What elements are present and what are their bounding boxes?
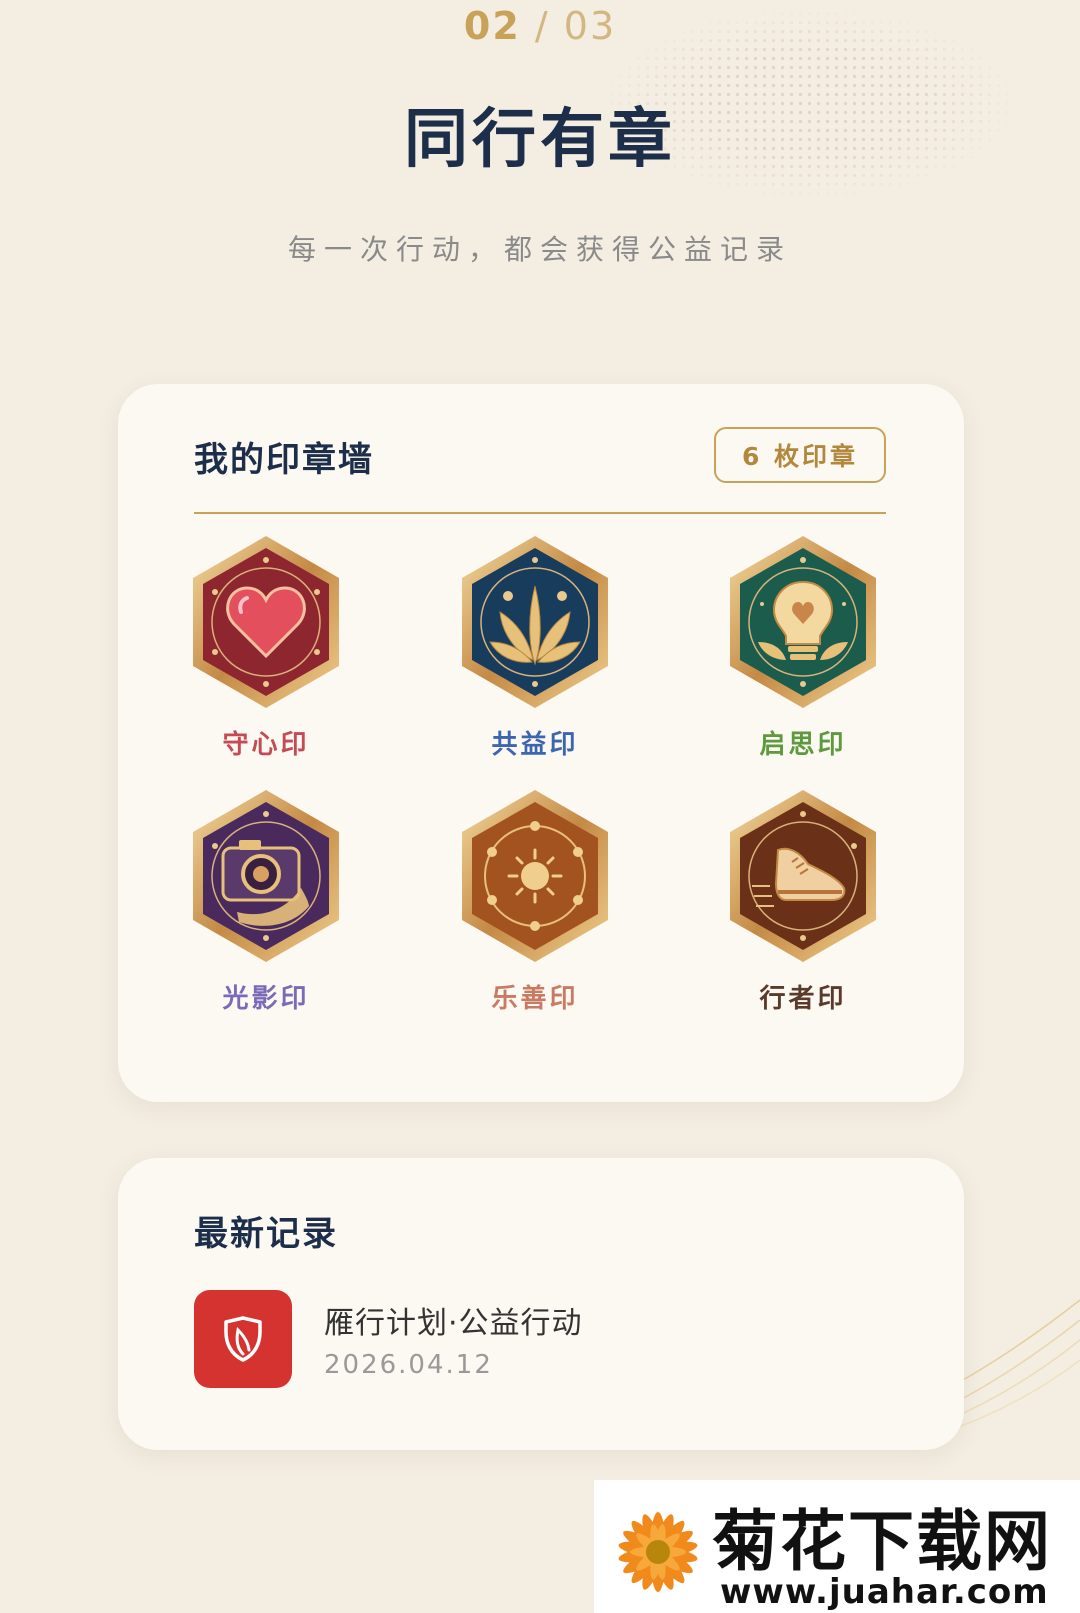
sun-icon — [462, 790, 608, 962]
stamp-guangying[interactable]: 光影印 — [181, 788, 351, 1018]
page-title: 同行有章 — [404, 103, 676, 177]
record-item[interactable]: 雁行计划·公益行动 2026.04.12 — [194, 1290, 894, 1390]
stamp-label: 启思印 — [759, 730, 847, 760]
leaf-icon — [462, 536, 608, 708]
page-subtitle: 每一次行动，都会获得公益记录 — [287, 233, 792, 266]
stamp-label: 乐善印 — [491, 984, 579, 1014]
stamp-leshan[interactable]: 乐善印 — [450, 788, 620, 1018]
recent-record-card: 最新记录 雁行计划·公益行动 2026.04.12 — [118, 1158, 964, 1450]
stamp-grid: 守心印 共益印 启思印 光影印 乐善印 行者印 — [118, 384, 964, 1102]
record-title: 雁行计划·公益行动 — [324, 1306, 583, 1341]
page-current: 02 — [463, 4, 521, 48]
stamp-wall-card: 我的印章墙 6 枚印章 守心印 共益印 启思印 光影印 乐善印 行者印 — [118, 384, 964, 1102]
watermark-name: 菊花下载网 — [712, 1503, 1052, 1580]
stamp-qisi[interactable]: 启思印 — [718, 534, 888, 764]
stamp-gongyi[interactable]: 共益印 — [450, 534, 620, 764]
camera-icon — [193, 790, 339, 962]
page-total: 03 — [563, 4, 617, 48]
stamp-label: 守心印 — [222, 730, 310, 760]
page-counter: 02 / 03 — [0, 4, 1080, 48]
stamp-shouxin[interactable]: 守心印 — [181, 534, 351, 764]
stamp-label: 共益印 — [491, 730, 579, 760]
heart-icon — [193, 536, 339, 708]
chrysanthemum-icon — [618, 1512, 698, 1592]
record-date: 2026.04.12 — [324, 1350, 493, 1380]
stamp-xingzhe[interactable]: 行者印 — [718, 788, 888, 1018]
lightbulb-icon — [730, 536, 876, 708]
stamp-label: 行者印 — [759, 984, 847, 1014]
stamp-label: 光影印 — [222, 984, 310, 1014]
site-watermark: 菊花下载网 www.juahar.com — [594, 1480, 1080, 1613]
recent-record-title: 最新记录 — [194, 1214, 338, 1254]
page-separator: / — [534, 4, 550, 48]
watermark-url: www.juahar.com — [720, 1572, 1049, 1612]
shoe-icon — [730, 790, 876, 962]
shield-icon — [194, 1290, 292, 1388]
